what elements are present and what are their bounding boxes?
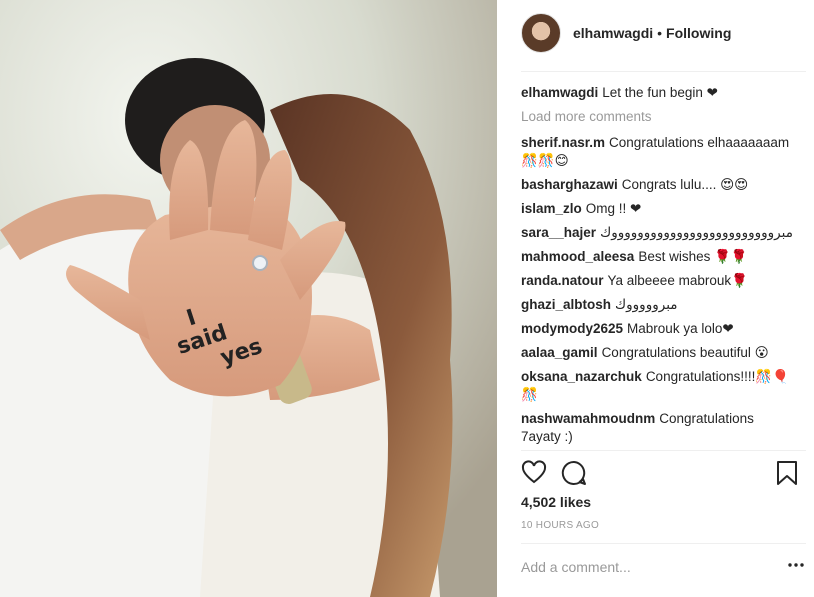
heart-icon[interactable] bbox=[521, 460, 547, 486]
following-button[interactable]: Following bbox=[666, 25, 731, 41]
caption-username[interactable]: elhamwagdi bbox=[521, 85, 598, 100]
comment-username[interactable]: ghazi_albtosh bbox=[521, 297, 611, 312]
divider bbox=[521, 543, 806, 544]
post-photo[interactable]: I said yes bbox=[0, 0, 497, 597]
comment-text: مبروووووووووووووووووووووووووك bbox=[600, 225, 793, 240]
comment-icon[interactable] bbox=[561, 460, 587, 486]
load-more-comments[interactable]: Load more comments bbox=[521, 108, 794, 126]
comment-item: islam_zlo Omg !! ❤ bbox=[521, 200, 794, 218]
comment-item: oksana_nazarchuk Congratulations!!!!🎊🎈🎊 bbox=[521, 368, 794, 404]
comment-item: basharghazawi Congrats lulu.... 😍😍 bbox=[521, 176, 794, 194]
comment-text: Congrats lulu.... 😍😍 bbox=[621, 177, 749, 192]
comment-item: randa.natour Ya albeeee mabrouk🌹 bbox=[521, 272, 794, 290]
comment-username[interactable]: nashwamahmoudnm bbox=[521, 411, 655, 426]
comment-username[interactable]: oksana_nazarchuk bbox=[521, 369, 642, 384]
bookmark-icon[interactable] bbox=[774, 460, 800, 486]
comment-text: Best wishes 🌹🌹 bbox=[638, 249, 748, 264]
likes-count[interactable]: 4,502 likes bbox=[521, 494, 591, 510]
comment-text: Omg !! ❤ bbox=[585, 201, 642, 216]
comment-item: nashwamahmoudnm Congratulations 7ayaty :) bbox=[521, 410, 794, 446]
comment-username[interactable]: mahmood_aleesa bbox=[521, 249, 634, 264]
comment-username[interactable]: sara__hajer bbox=[521, 225, 596, 240]
avatar[interactable] bbox=[521, 13, 561, 53]
header-username[interactable]: elhamwagdi bbox=[573, 25, 653, 41]
comment-username[interactable]: islam_zlo bbox=[521, 201, 582, 216]
header-separator: • bbox=[657, 25, 663, 41]
post-header: elhamwagdi • Following bbox=[521, 13, 731, 53]
comment-item: sherif.nasr.m Congratulations elhaaaaaaam… bbox=[521, 134, 794, 170]
comment-username[interactable]: randa.natour bbox=[521, 273, 604, 288]
comment-text: Mabrouk ya lolo❤ bbox=[627, 321, 734, 336]
divider bbox=[521, 450, 806, 451]
post-timestamp[interactable]: 10 HOURS AGO bbox=[521, 520, 599, 531]
more-options-icon[interactable] bbox=[788, 562, 804, 568]
comment-item: modymody2625 Mabrouk ya lolo❤ bbox=[521, 320, 794, 338]
add-comment-input[interactable] bbox=[521, 556, 771, 578]
comment-text: Ya albeeee mabrouk🌹 bbox=[607, 273, 748, 288]
comment-username[interactable]: aalaa_gamil bbox=[521, 345, 598, 360]
comment-username[interactable]: sherif.nasr.m bbox=[521, 135, 605, 150]
comment-item: sara__hajer مبروووووووووووووووووووووووووك bbox=[521, 224, 794, 242]
comment-item: ghazi_albtosh مبروووووك bbox=[521, 296, 794, 314]
comment-item: mahmood_aleesa Best wishes 🌹🌹 bbox=[521, 248, 794, 266]
comment-text: Congratulations beautiful 😮 bbox=[601, 345, 769, 360]
caption: elhamwagdi Let the fun begin ❤ bbox=[521, 84, 794, 102]
caption-text: Let the fun begin ❤ bbox=[602, 85, 718, 100]
comment-username[interactable]: modymody2625 bbox=[521, 321, 623, 336]
comment-item: aalaa_gamil Congratulations beautiful 😮 bbox=[521, 344, 794, 362]
comment-text: مبروووووك bbox=[615, 297, 678, 312]
post-side-panel: elhamwagdi • Following elhamwagdi Let the… bbox=[497, 0, 814, 597]
comments-list: elhamwagdi Let the fun begin ❤ Load more … bbox=[521, 84, 794, 452]
comment-username[interactable]: basharghazawi bbox=[521, 177, 618, 192]
action-bar bbox=[521, 460, 806, 488]
divider bbox=[521, 71, 806, 72]
